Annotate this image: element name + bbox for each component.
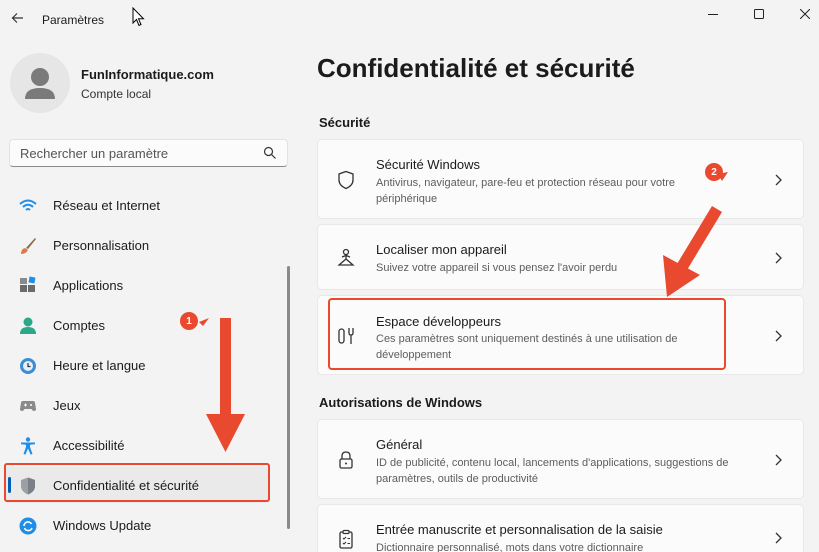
sidebar-item-network[interactable]: Réseau et Internet	[5, 187, 268, 223]
sidebar-item-windows-update[interactable]: Windows Update	[5, 507, 268, 543]
section-title-security: Sécurité	[319, 115, 371, 130]
chevron-right-icon	[775, 330, 782, 342]
annotation-highlight-card	[328, 298, 726, 370]
page-title: Confidentialité et sécurité	[317, 53, 635, 83]
maximize-button[interactable]	[736, 0, 782, 28]
lock-icon	[339, 451, 353, 469]
apps-icon	[20, 276, 36, 292]
back-button[interactable]	[6, 6, 28, 30]
card-description: Dictionnaire personnalisé, mots dans vot…	[376, 542, 644, 552]
card-handwriting-typing[interactable]: Entrée manuscrite et personnalisation de…	[317, 504, 804, 552]
windows-update-icon	[19, 517, 37, 535]
sidebar-item-label: Personnalisation	[53, 238, 150, 253]
user-card[interactable]: FunInformatique.com Compte local	[10, 53, 290, 113]
card-description: ID de publicité, contenu local, lancemen…	[376, 457, 729, 485]
account-type: Compte local	[81, 87, 152, 101]
search-input[interactable]	[20, 145, 250, 161]
close-button[interactable]	[782, 0, 819, 28]
chevron-right-icon	[775, 174, 782, 186]
app-title: Paramètres	[42, 13, 105, 27]
sidebar-item-label: Applications	[53, 278, 124, 293]
sidebar-item-label: Jeux	[53, 398, 81, 413]
card-title: Entrée manuscrite et personnalisation de…	[376, 522, 663, 537]
sidebar-item-label: Windows Update	[53, 518, 152, 533]
back-arrow-icon	[11, 13, 23, 23]
search-icon	[263, 146, 276, 159]
mouse-cursor-icon	[132, 7, 145, 27]
card-title: Général	[376, 437, 423, 452]
chevron-right-icon	[775, 454, 782, 466]
title-bar: Paramètres	[0, 0, 819, 38]
clipboard-icon	[339, 529, 353, 549]
account-icon	[20, 317, 36, 334]
user-name: FunInformatique.com	[81, 67, 214, 82]
annotation-arrow-2	[663, 172, 728, 297]
avatar	[10, 53, 70, 113]
card-title: Sécurité Windows	[376, 157, 481, 172]
shield-outline-icon	[338, 170, 354, 190]
card-title: Localiser mon appareil	[376, 242, 507, 257]
annotation-highlight-sidebar	[4, 463, 270, 502]
chevron-right-icon	[775, 532, 782, 544]
sidebar-item-label: Réseau et Internet	[53, 198, 160, 213]
accessibility-icon	[21, 437, 35, 455]
globe-clock-icon	[20, 358, 36, 374]
maximize-icon	[754, 9, 764, 19]
sidebar-scrollbar[interactable]	[287, 266, 290, 529]
sidebar-item-label: Comptes	[53, 318, 106, 333]
close-icon	[800, 9, 810, 19]
gamepad-icon	[20, 401, 36, 411]
wifi-icon	[19, 199, 37, 211]
minimize-icon	[708, 14, 718, 15]
search-box[interactable]	[9, 139, 288, 167]
sidebar-item-personalization[interactable]: Personnalisation	[5, 227, 268, 263]
card-general[interactable]: Général ID de publicité, contenu local, …	[317, 419, 804, 499]
user-avatar-icon	[25, 68, 55, 99]
chevron-right-icon	[775, 252, 782, 264]
sidebar-item-label: Heure et langue	[53, 358, 146, 373]
minimize-button[interactable]	[690, 0, 736, 28]
annotation-arrow-1	[199, 318, 245, 452]
sidebar-item-apps[interactable]: Applications	[5, 267, 268, 303]
sidebar-item-label: Accessibilité	[53, 438, 125, 453]
paintbrush-icon	[21, 238, 36, 254]
section-title-windows-permissions: Autorisations de Windows	[319, 395, 483, 410]
location-person-icon	[337, 248, 355, 266]
